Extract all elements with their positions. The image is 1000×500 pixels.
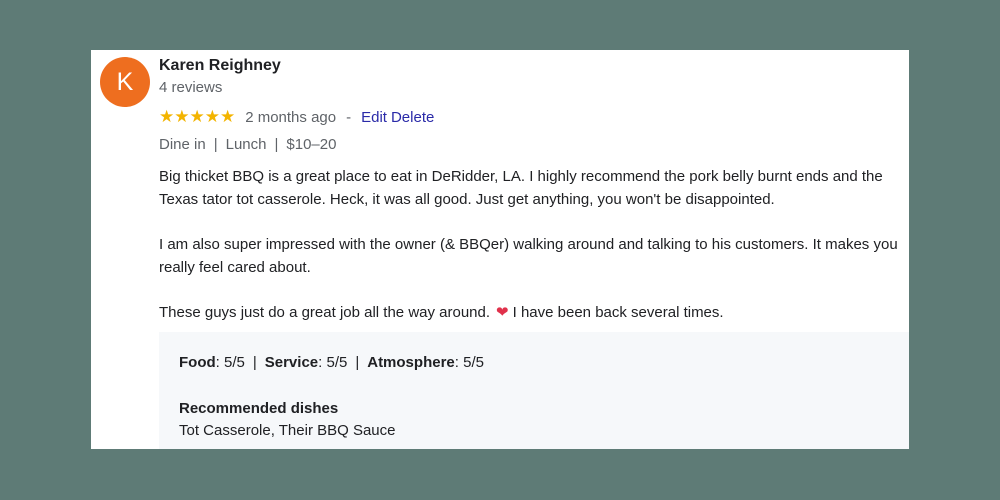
atmosphere-score: : 5/5 — [454, 354, 484, 371]
review-paragraph: These guys just do a great job all the w… — [159, 301, 901, 324]
score-divider: | — [252, 354, 257, 371]
service-score: : 5/5 — [318, 354, 348, 371]
review-details-panel: Food: 5/5 | Service: 5/5 | Atmosphere: 5/5 R… — [159, 332, 909, 449]
category-scores: Food: 5/5 | Service: 5/5 | Atmosphere: 5/5 — [179, 354, 484, 371]
author-name[interactable]: Karen Reighney — [159, 57, 281, 75]
price-range: $10–20 — [286, 136, 337, 153]
food-score: : 5/5 — [215, 354, 245, 371]
review-text: Big thicket BBQ is a great place to eat … — [159, 165, 901, 346]
review-time: 2 months ago — [245, 108, 337, 126]
meta-divider: | — [213, 136, 218, 153]
review-paragraph: I am also super impressed with the owner… — [159, 236, 898, 276]
recommended-dishes-title: Recommended dishes — [179, 400, 339, 417]
review-count: 4 reviews — [159, 79, 223, 96]
service-type: Dine in — [159, 136, 206, 153]
meal-type: Lunch — [225, 136, 267, 153]
review-card: K Karen Reighney 4 reviews ★★★★★ 2 month… — [91, 50, 909, 449]
heart-icon: ❤ — [496, 304, 509, 321]
edit-link[interactable]: Edit — [361, 109, 387, 126]
score-divider: | — [355, 354, 360, 371]
service-label: Service — [264, 354, 319, 371]
meta-divider: | — [274, 136, 279, 153]
visit-meta: Dine in | Lunch | $10–20 — [159, 136, 336, 153]
food-label: Food — [179, 354, 216, 371]
review-paragraph: Big thicket BBQ is a great place to eat … — [159, 168, 883, 208]
separator: - — [346, 108, 352, 126]
rating-row: ★★★★★ 2 months ago - Edit Delete — [159, 107, 434, 127]
avatar[interactable]: K — [100, 57, 150, 107]
review-sentence: These guys just do a great job all the w… — [159, 304, 491, 321]
atmosphere-label: Atmosphere — [367, 354, 455, 371]
star-rating-icon: ★★★★★ — [159, 107, 236, 126]
delete-link[interactable]: Delete — [391, 109, 434, 126]
review-sentence: I have been back several times. — [512, 304, 724, 321]
recommended-dishes-list: Tot Casserole, Their BBQ Sauce — [179, 422, 396, 439]
